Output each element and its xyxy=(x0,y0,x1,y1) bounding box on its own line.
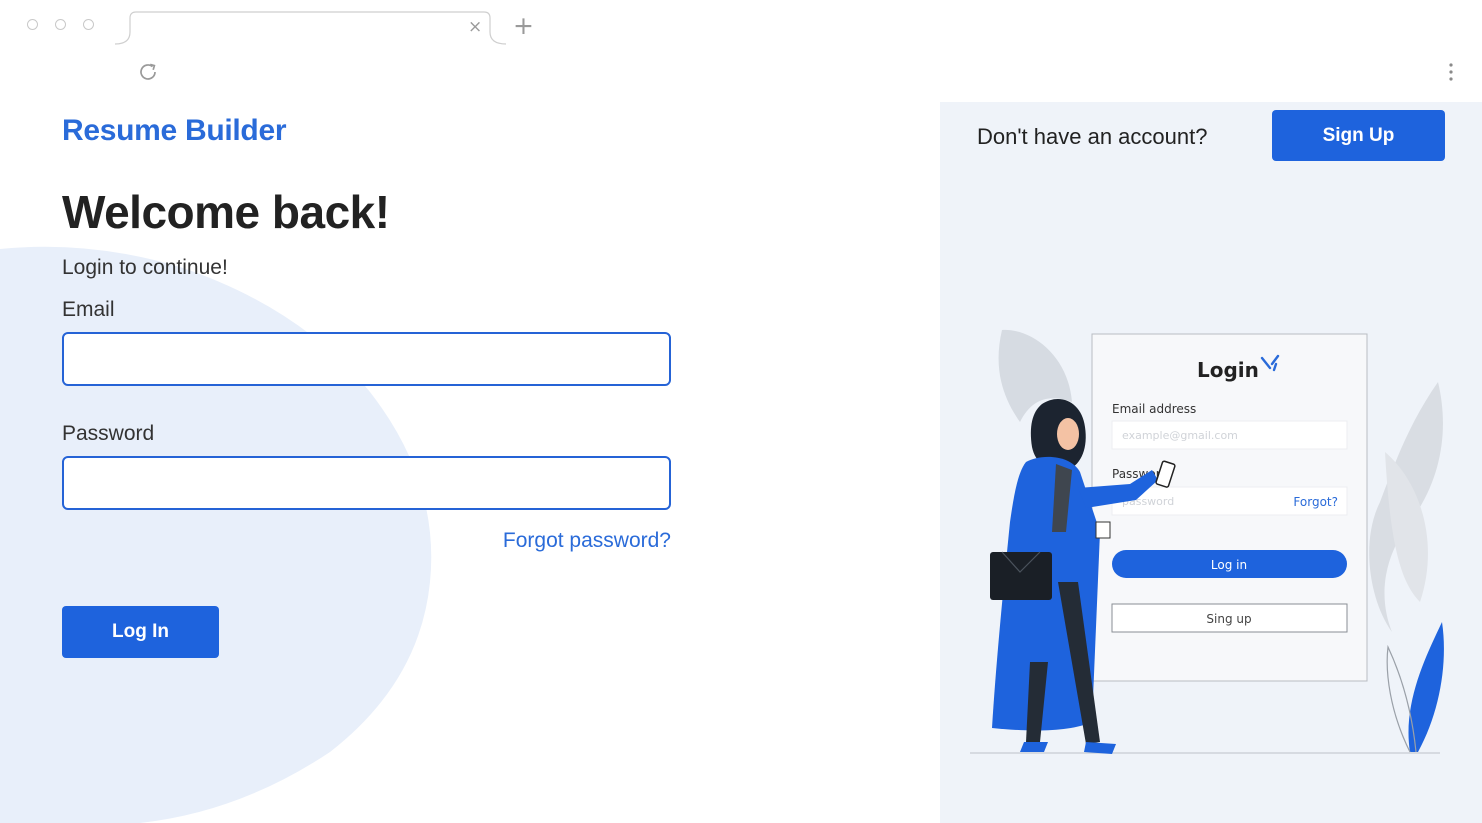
illustration-signup-label: Sing up xyxy=(1206,612,1251,626)
login-button[interactable]: Log In xyxy=(62,606,219,658)
forgot-password-link[interactable]: Forgot password? xyxy=(440,529,671,553)
illustration-card-title: Login xyxy=(1197,358,1259,382)
tab-close-icon[interactable]: × xyxy=(468,17,482,37)
illustration-email-placeholder: example@gmail.com xyxy=(1122,429,1238,442)
password-field[interactable] xyxy=(62,456,671,510)
browser-menu-icon[interactable] xyxy=(1444,62,1458,82)
window-minimize-dot[interactable] xyxy=(55,19,66,30)
page-subtitle: Login to continue! xyxy=(62,256,228,279)
browser-tab[interactable] xyxy=(114,10,510,48)
reload-icon[interactable] xyxy=(136,60,160,84)
browser-chrome: × + xyxy=(0,0,1482,102)
new-tab-icon[interactable]: + xyxy=(513,12,534,40)
brand-logo[interactable]: Resume Builder xyxy=(62,114,287,148)
illustration-email-label: Email address xyxy=(1112,402,1196,416)
signup-panel: Don't have an account? Sign Up Login Ema… xyxy=(940,102,1482,823)
login-panel: Resume Builder Welcome back! Login to co… xyxy=(0,102,940,823)
email-field[interactable] xyxy=(62,332,671,386)
window-close-dot[interactable] xyxy=(27,19,38,30)
illustration-forgot-link: Forgot? xyxy=(1293,495,1338,509)
window-maximize-dot[interactable] xyxy=(83,19,94,30)
email-label: Email xyxy=(62,298,115,321)
login-illustration: Login Email address example@gmail.com Pa… xyxy=(970,329,1444,754)
page-title: Welcome back! xyxy=(62,186,390,238)
illustration-login-label: Log in xyxy=(1211,558,1247,572)
password-label: Password xyxy=(62,422,155,445)
